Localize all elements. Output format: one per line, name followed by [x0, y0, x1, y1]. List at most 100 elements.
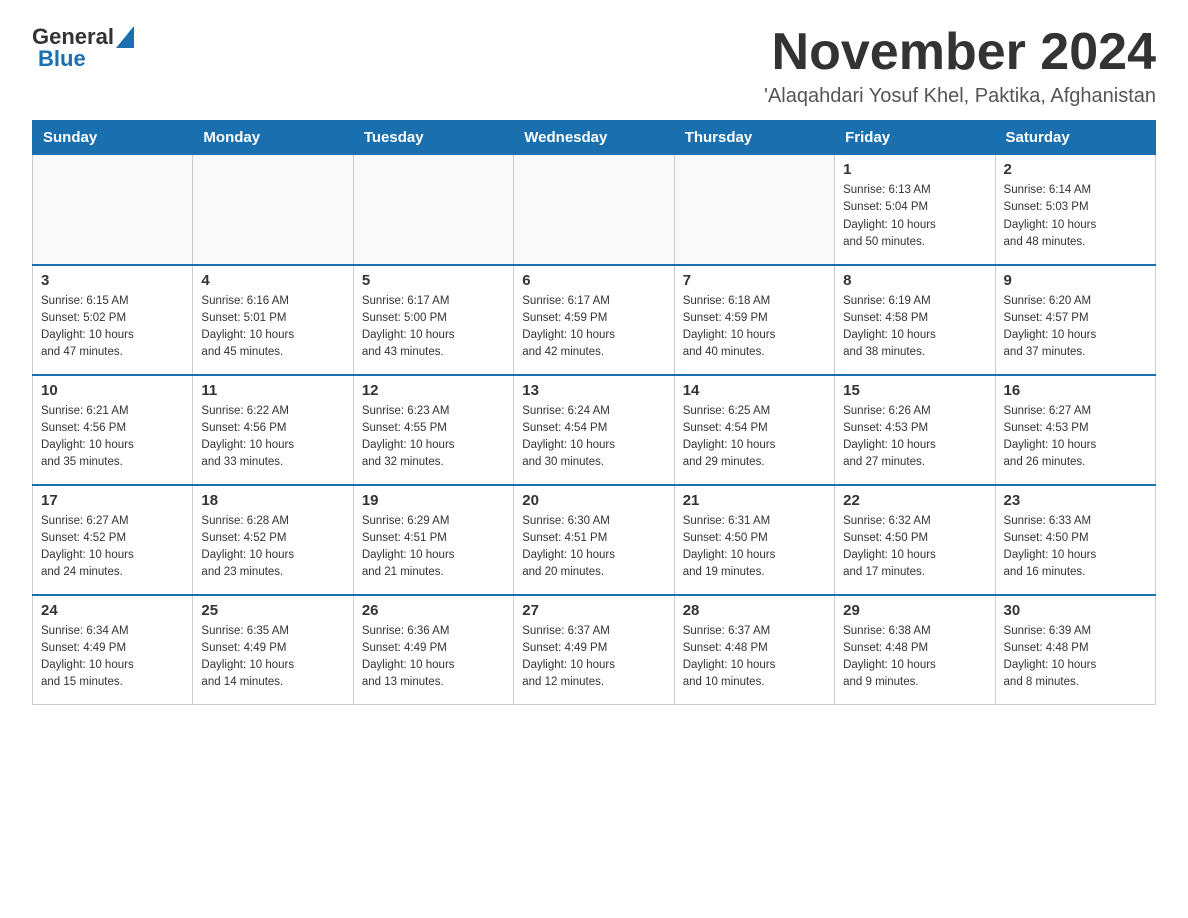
- column-header-monday: Monday: [193, 121, 353, 155]
- day-info: Sunrise: 6:13 AM Sunset: 5:04 PM Dayligh…: [843, 182, 986, 251]
- calendar-cell: 11Sunrise: 6:22 AM Sunset: 4:56 PM Dayli…: [193, 375, 353, 485]
- column-header-sunday: Sunday: [33, 121, 193, 155]
- day-number: 6: [522, 272, 665, 289]
- day-info: Sunrise: 6:16 AM Sunset: 5:01 PM Dayligh…: [201, 293, 344, 362]
- column-header-wednesday: Wednesday: [514, 121, 674, 155]
- calendar-week-row: 10 Sunrise: 6:21 AM Sunset: 4:56 PM Dayli…: [33, 375, 1156, 485]
- page-header: General Blue November 2024 'Alaqahdari Y…: [32, 24, 1156, 108]
- logo-blue-text: Blue: [38, 46, 86, 72]
- calendar-cell: 12 Sunrise: 6:23 AM Sunset: 4:55 PM Dayli…: [353, 375, 513, 485]
- day-info: Sunrise: 6:24 AM Sunset: 4:54 PM Dayligh…: [522, 403, 665, 472]
- column-header-friday: Friday: [835, 121, 995, 155]
- day-info: Sunrise: 6:37 AM Sunset: 4:49 PM Dayligh…: [522, 623, 665, 692]
- calendar-cell: 29 Sunrise: 6:38 AM Sunset: 4:48 PM Dayli…: [835, 595, 995, 705]
- day-info: Sunrise: 6:34 AM Sunset: 4:49 PM Dayligh…: [41, 623, 184, 692]
- day-number: 29: [843, 602, 986, 619]
- calendar-week-row: 17Sunrise: 6:27 AM Sunset: 4:52 PM Dayli…: [33, 485, 1156, 595]
- calendar-cell: 19Sunrise: 6:29 AM Sunset: 4:51 PM Dayli…: [353, 485, 513, 595]
- day-number: 10: [41, 382, 184, 399]
- day-number: 12: [362, 382, 505, 399]
- calendar-week-row: 24 Sunrise: 6:34 AM Sunset: 4:49 PM Dayli…: [33, 595, 1156, 705]
- day-number: 20: [522, 492, 665, 509]
- calendar-cell: 26 Sunrise: 6:36 AM Sunset: 4:49 PM Dayli…: [353, 595, 513, 705]
- calendar-header-row: SundayMondayTuesdayWednesdayThursdayFrid…: [33, 121, 1156, 155]
- day-info: Sunrise: 6:33 AM Sunset: 4:50 PM Dayligh…: [1004, 513, 1147, 582]
- calendar-cell: 15 Sunrise: 6:26 AM Sunset: 4:53 PM Dayli…: [835, 375, 995, 485]
- calendar-cell: [353, 155, 513, 265]
- day-number: 28: [683, 602, 826, 619]
- day-number: 17: [41, 492, 184, 509]
- day-info: Sunrise: 6:37 AM Sunset: 4:48 PM Dayligh…: [683, 623, 826, 692]
- calendar-cell: 10 Sunrise: 6:21 AM Sunset: 4:56 PM Dayli…: [33, 375, 193, 485]
- calendar-cell: 2 Sunrise: 6:14 AM Sunset: 5:03 PM Daylig…: [995, 155, 1155, 265]
- day-number: 25: [201, 602, 344, 619]
- calendar-table: SundayMondayTuesdayWednesdayThursdayFrid…: [32, 120, 1156, 705]
- calendar-cell: 25 Sunrise: 6:35 AM Sunset: 4:49 PM Dayli…: [193, 595, 353, 705]
- calendar-cell: 9 Sunrise: 6:20 AM Sunset: 4:57 PM Daylig…: [995, 265, 1155, 375]
- day-info: Sunrise: 6:19 AM Sunset: 4:58 PM Dayligh…: [843, 293, 986, 362]
- day-number: 24: [41, 602, 184, 619]
- day-info: Sunrise: 6:23 AM Sunset: 4:55 PM Dayligh…: [362, 403, 505, 472]
- calendar-cell: 13 Sunrise: 6:24 AM Sunset: 4:54 PM Dayli…: [514, 375, 674, 485]
- day-number: 9: [1004, 272, 1147, 289]
- day-number: 2: [1004, 161, 1147, 178]
- day-info: Sunrise: 6:31 AM Sunset: 4:50 PM Dayligh…: [683, 513, 826, 582]
- day-number: 16: [1004, 382, 1147, 399]
- day-number: 4: [201, 272, 344, 289]
- day-number: 5: [362, 272, 505, 289]
- calendar-cell: 4 Sunrise: 6:16 AM Sunset: 5:01 PM Daylig…: [193, 265, 353, 375]
- day-info: Sunrise: 6:29 AM Sunset: 4:51 PM Dayligh…: [362, 513, 505, 582]
- day-info: Sunrise: 6:21 AM Sunset: 4:56 PM Dayligh…: [41, 403, 184, 472]
- calendar-cell: [33, 155, 193, 265]
- calendar-cell: 14 Sunrise: 6:25 AM Sunset: 4:54 PM Dayli…: [674, 375, 834, 485]
- calendar-week-row: 1 Sunrise: 6:13 AM Sunset: 5:04 PM Daylig…: [33, 155, 1156, 265]
- calendar-cell: 5 Sunrise: 6:17 AM Sunset: 5:00 PM Daylig…: [353, 265, 513, 375]
- month-title: November 2024: [764, 24, 1156, 81]
- column-header-thursday: Thursday: [674, 121, 834, 155]
- calendar-cell: 28 Sunrise: 6:37 AM Sunset: 4:48 PM Dayli…: [674, 595, 834, 705]
- day-info: Sunrise: 6:36 AM Sunset: 4:49 PM Dayligh…: [362, 623, 505, 692]
- day-info: Sunrise: 6:25 AM Sunset: 4:54 PM Dayligh…: [683, 403, 826, 472]
- day-number: 15: [843, 382, 986, 399]
- title-section: November 2024 'Alaqahdari Yosuf Khel, Pa…: [764, 24, 1156, 108]
- day-info: Sunrise: 6:30 AM Sunset: 4:51 PM Dayligh…: [522, 513, 665, 582]
- day-number: 14: [683, 382, 826, 399]
- day-number: 22: [843, 492, 986, 509]
- logo-triangle-icon: [116, 26, 134, 48]
- calendar-cell: 20 Sunrise: 6:30 AM Sunset: 4:51 PM Dayli…: [514, 485, 674, 595]
- day-info: Sunrise: 6:38 AM Sunset: 4:48 PM Dayligh…: [843, 623, 986, 692]
- day-info: Sunrise: 6:27 AM Sunset: 4:53 PM Dayligh…: [1004, 403, 1147, 472]
- day-number: 26: [362, 602, 505, 619]
- day-number: 7: [683, 272, 826, 289]
- calendar-cell: [674, 155, 834, 265]
- calendar-cell: 24 Sunrise: 6:34 AM Sunset: 4:49 PM Dayli…: [33, 595, 193, 705]
- calendar-cell: 3 Sunrise: 6:15 AM Sunset: 5:02 PM Daylig…: [33, 265, 193, 375]
- calendar-cell: 23Sunrise: 6:33 AM Sunset: 4:50 PM Dayli…: [995, 485, 1155, 595]
- calendar-cell: [514, 155, 674, 265]
- day-info: Sunrise: 6:15 AM Sunset: 5:02 PM Dayligh…: [41, 293, 184, 362]
- day-info: Sunrise: 6:22 AM Sunset: 4:56 PM Dayligh…: [201, 403, 344, 472]
- day-number: 3: [41, 272, 184, 289]
- day-number: 8: [843, 272, 986, 289]
- calendar-cell: 8 Sunrise: 6:19 AM Sunset: 4:58 PM Daylig…: [835, 265, 995, 375]
- day-number: 27: [522, 602, 665, 619]
- day-info: Sunrise: 6:17 AM Sunset: 5:00 PM Dayligh…: [362, 293, 505, 362]
- calendar-cell: 22Sunrise: 6:32 AM Sunset: 4:50 PM Dayli…: [835, 485, 995, 595]
- calendar-cell: 30 Sunrise: 6:39 AM Sunset: 4:48 PM Dayli…: [995, 595, 1155, 705]
- calendar-week-row: 3 Sunrise: 6:15 AM Sunset: 5:02 PM Daylig…: [33, 265, 1156, 375]
- day-number: 18: [201, 492, 344, 509]
- calendar-cell: 21Sunrise: 6:31 AM Sunset: 4:50 PM Dayli…: [674, 485, 834, 595]
- day-number: 30: [1004, 602, 1147, 619]
- day-info: Sunrise: 6:20 AM Sunset: 4:57 PM Dayligh…: [1004, 293, 1147, 362]
- day-number: 1: [843, 161, 986, 178]
- location-text: 'Alaqahdari Yosuf Khel, Paktika, Afghani…: [764, 85, 1156, 108]
- day-info: Sunrise: 6:28 AM Sunset: 4:52 PM Dayligh…: [201, 513, 344, 582]
- calendar-cell: 17Sunrise: 6:27 AM Sunset: 4:52 PM Dayli…: [33, 485, 193, 595]
- day-number: 13: [522, 382, 665, 399]
- day-info: Sunrise: 6:17 AM Sunset: 4:59 PM Dayligh…: [522, 293, 665, 362]
- calendar-cell: 18 Sunrise: 6:28 AM Sunset: 4:52 PM Dayli…: [193, 485, 353, 595]
- day-info: Sunrise: 6:14 AM Sunset: 5:03 PM Dayligh…: [1004, 182, 1147, 251]
- day-info: Sunrise: 6:39 AM Sunset: 4:48 PM Dayligh…: [1004, 623, 1147, 692]
- day-info: Sunrise: 6:35 AM Sunset: 4:49 PM Dayligh…: [201, 623, 344, 692]
- day-info: Sunrise: 6:26 AM Sunset: 4:53 PM Dayligh…: [843, 403, 986, 472]
